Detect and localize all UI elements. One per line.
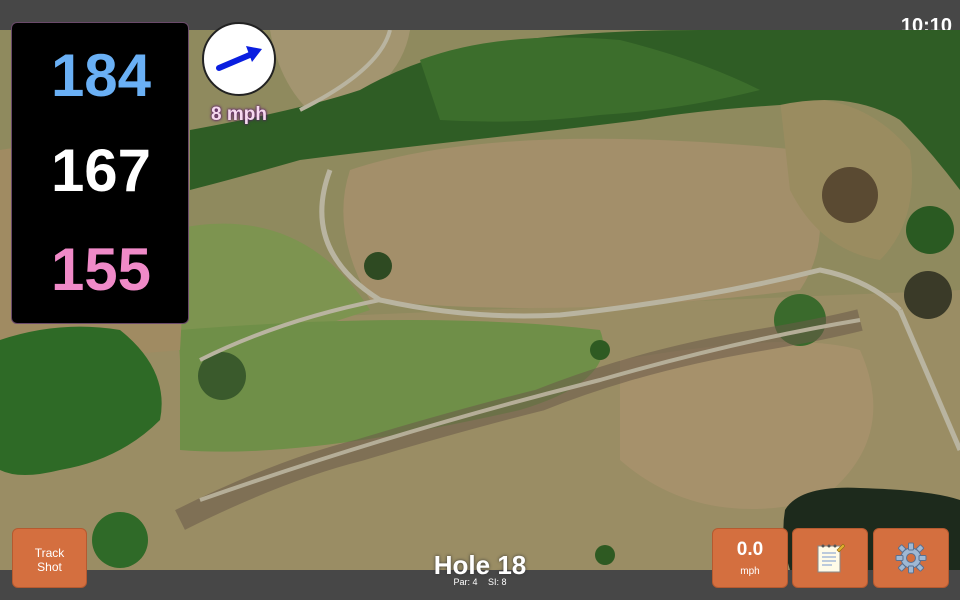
front-yardage: 155 [50, 236, 152, 303]
notes-button[interactable] [792, 528, 868, 588]
speed-unit: mph [740, 566, 760, 577]
wind-speed-label: 8 mph [211, 104, 267, 125]
speed-button[interactable]: 0.0 mph [712, 528, 788, 588]
yardage-panel: 184 167 155 [11, 22, 189, 324]
settings-button[interactable] [873, 528, 949, 588]
notepad-icon [817, 543, 845, 573]
speed-value: 0.0 [736, 539, 764, 560]
gear-icon [895, 542, 927, 574]
middle-yardage: 167 [50, 137, 152, 204]
wind-direction-indicator [202, 22, 276, 96]
track-shot-label: Track Shot [34, 546, 65, 574]
track-shot-button[interactable]: Track Shot [12, 528, 87, 588]
hole-info: Par: 4 SI: 8 [380, 577, 580, 587]
wind-direction-arrow-icon [216, 46, 262, 71]
back-yardage: 184 [50, 42, 152, 109]
hole-par: Par: 4 [453, 577, 478, 587]
hole-stroke-index: SI: 8 [488, 577, 507, 587]
